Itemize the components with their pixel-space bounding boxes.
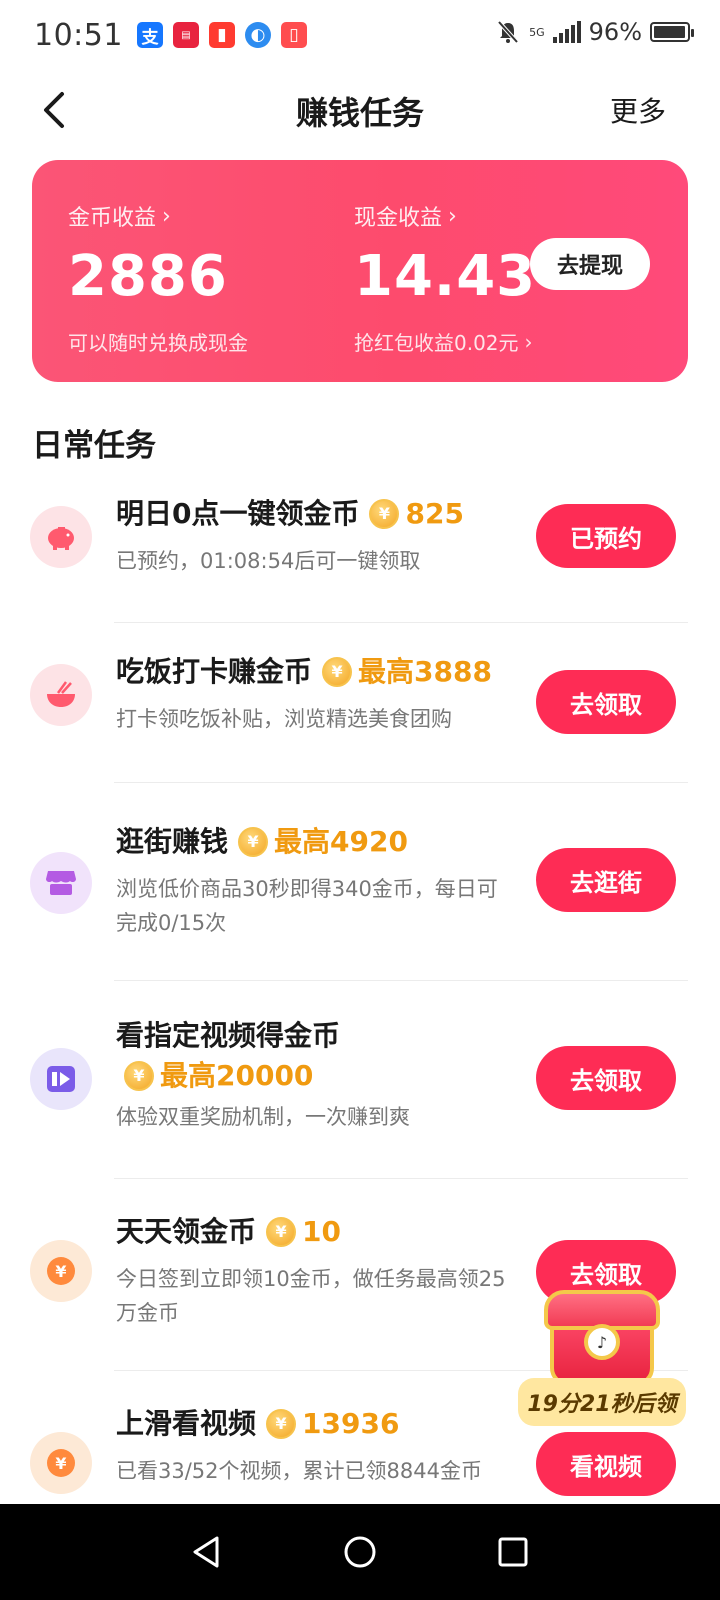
redpacket-icon: ▮ — [208, 22, 235, 48]
divider — [114, 782, 688, 783]
battery-percent: 96% — [588, 18, 642, 46]
more-button[interactable]: 更多 — [610, 90, 666, 130]
network-type: 5G — [529, 25, 545, 39]
task-reward: 最高4920 — [274, 825, 408, 858]
withdraw-button[interactable]: 去提现 — [530, 238, 650, 290]
status-bar: 10:51 支 ▤ ▮ ◐ ▯ 5G 96% — [0, 0, 720, 70]
task-desc: 浏览低价商品30秒即得340金币，每日可完成0/15次 — [116, 877, 498, 935]
coin-earnings-value: 2886 — [68, 244, 228, 309]
cash-earnings-value: 14.43 — [354, 244, 537, 309]
task-desc: 已看33/52个视频，累计已领8844金币 — [116, 1459, 482, 1483]
nav-home-icon[interactable] — [340, 1532, 380, 1572]
coin-icon: ¥ — [266, 1409, 297, 1439]
video-icon — [30, 1048, 92, 1110]
reader-icon: ▯ — [280, 22, 307, 48]
task-title: 吃饭打卡赚金币 — [116, 655, 313, 688]
coin-icon: ¥ — [266, 1217, 297, 1247]
cash-earnings-label: 现金收益 — [354, 206, 443, 231]
mute-bell-icon — [497, 20, 519, 44]
system-nav-bar — [0, 1504, 720, 1600]
notification-icons: 支 ▤ ▮ ◐ ▯ — [136, 22, 307, 48]
coin-earnings[interactable]: 金币收益 › 2886 可以随时兑换成现金 — [68, 200, 248, 356]
nav-recents-icon[interactable] — [493, 1532, 533, 1572]
divider — [114, 622, 688, 623]
header: 赚钱任务 更多 — [0, 70, 720, 150]
rice-bowl-icon — [30, 664, 92, 726]
svg-text:¥: ¥ — [55, 1262, 66, 1281]
coin-icon: ¥ — [369, 499, 400, 529]
task-title: 逛街赚钱 — [116, 825, 229, 858]
browser-icon: ◐ — [244, 22, 271, 48]
chevron-right-icon: › — [524, 329, 533, 354]
coin-icon: ¥ — [238, 827, 269, 857]
task-button-claim[interactable]: 去领取 — [536, 670, 676, 734]
task-title: 上滑看视频 — [116, 1407, 257, 1440]
task-reward: 10 — [302, 1215, 341, 1248]
divider — [114, 980, 688, 981]
yuan-coin-icon: ¥ — [30, 1240, 92, 1302]
shop-icon — [30, 852, 92, 914]
task-title: 天天领金币 — [116, 1215, 257, 1248]
task-desc: 打卡领吃饭补贴，浏览精选美食团购 — [116, 707, 452, 731]
task-reward: 最高20000 — [160, 1059, 314, 1092]
coin-earnings-sub: 可以随时兑换成现金 — [68, 331, 248, 355]
task-title: 明日0点一键领金币 — [116, 497, 360, 530]
coin-icon: ¥ — [124, 1061, 154, 1091]
task-desc: 体验双重奖励机制，一次赚到爽 — [116, 1105, 410, 1129]
nav-back-icon[interactable] — [187, 1532, 227, 1572]
svg-text:¥: ¥ — [55, 1454, 66, 1473]
status-indicators: 5G 96% — [495, 18, 694, 46]
task-title: 看指定视频得金币 — [116, 1019, 341, 1052]
yuan-coin-icon: ¥ — [30, 1432, 92, 1494]
battery-icon — [650, 22, 694, 42]
divider — [114, 1178, 688, 1179]
task-reward: 13936 — [302, 1407, 400, 1440]
task-desc: 已预约，01:08:54后可一键领取 — [116, 549, 421, 573]
task-reward: 最高3888 — [358, 655, 492, 688]
chest-timer[interactable]: 19分21秒后领 — [518, 1378, 686, 1426]
news-icon: ▤ — [172, 22, 199, 48]
signal-icon — [552, 21, 581, 43]
chevron-right-icon: › — [448, 203, 457, 229]
treasure-chest-button[interactable]: ♪ — [540, 1290, 660, 1390]
music-note-icon: ♪ — [584, 1324, 620, 1360]
cash-earnings[interactable]: 现金收益 › 14.43 抢红包收益0.02元 › — [354, 200, 536, 356]
alipay-icon: 支 — [136, 22, 163, 48]
task-button-claim[interactable]: 去领取 — [536, 1046, 676, 1110]
section-title: 日常任务 — [32, 428, 156, 464]
task-reward: 825 — [405, 497, 464, 530]
coin-icon: ¥ — [322, 657, 353, 687]
red-packet-earnings-link[interactable]: 抢红包收益0.02元 — [354, 327, 519, 356]
task-button-reserved[interactable]: 已预约 — [536, 504, 676, 568]
task-desc: 今日签到立即领10金币，做任务最高领25万金币 — [116, 1267, 506, 1325]
piggy-bank-icon — [30, 506, 92, 568]
coin-earnings-label: 金币收益 — [68, 206, 157, 231]
status-time: 10:51 — [34, 17, 123, 53]
chevron-right-icon: › — [162, 203, 171, 229]
task-button-watch[interactable]: 看视频 — [536, 1432, 676, 1496]
task-button-shop[interactable]: 去逛街 — [536, 848, 676, 912]
earnings-card: 金币收益 › 2886 可以随时兑换成现金 现金收益 › 14.43 抢红包收益0.… — [32, 160, 688, 382]
